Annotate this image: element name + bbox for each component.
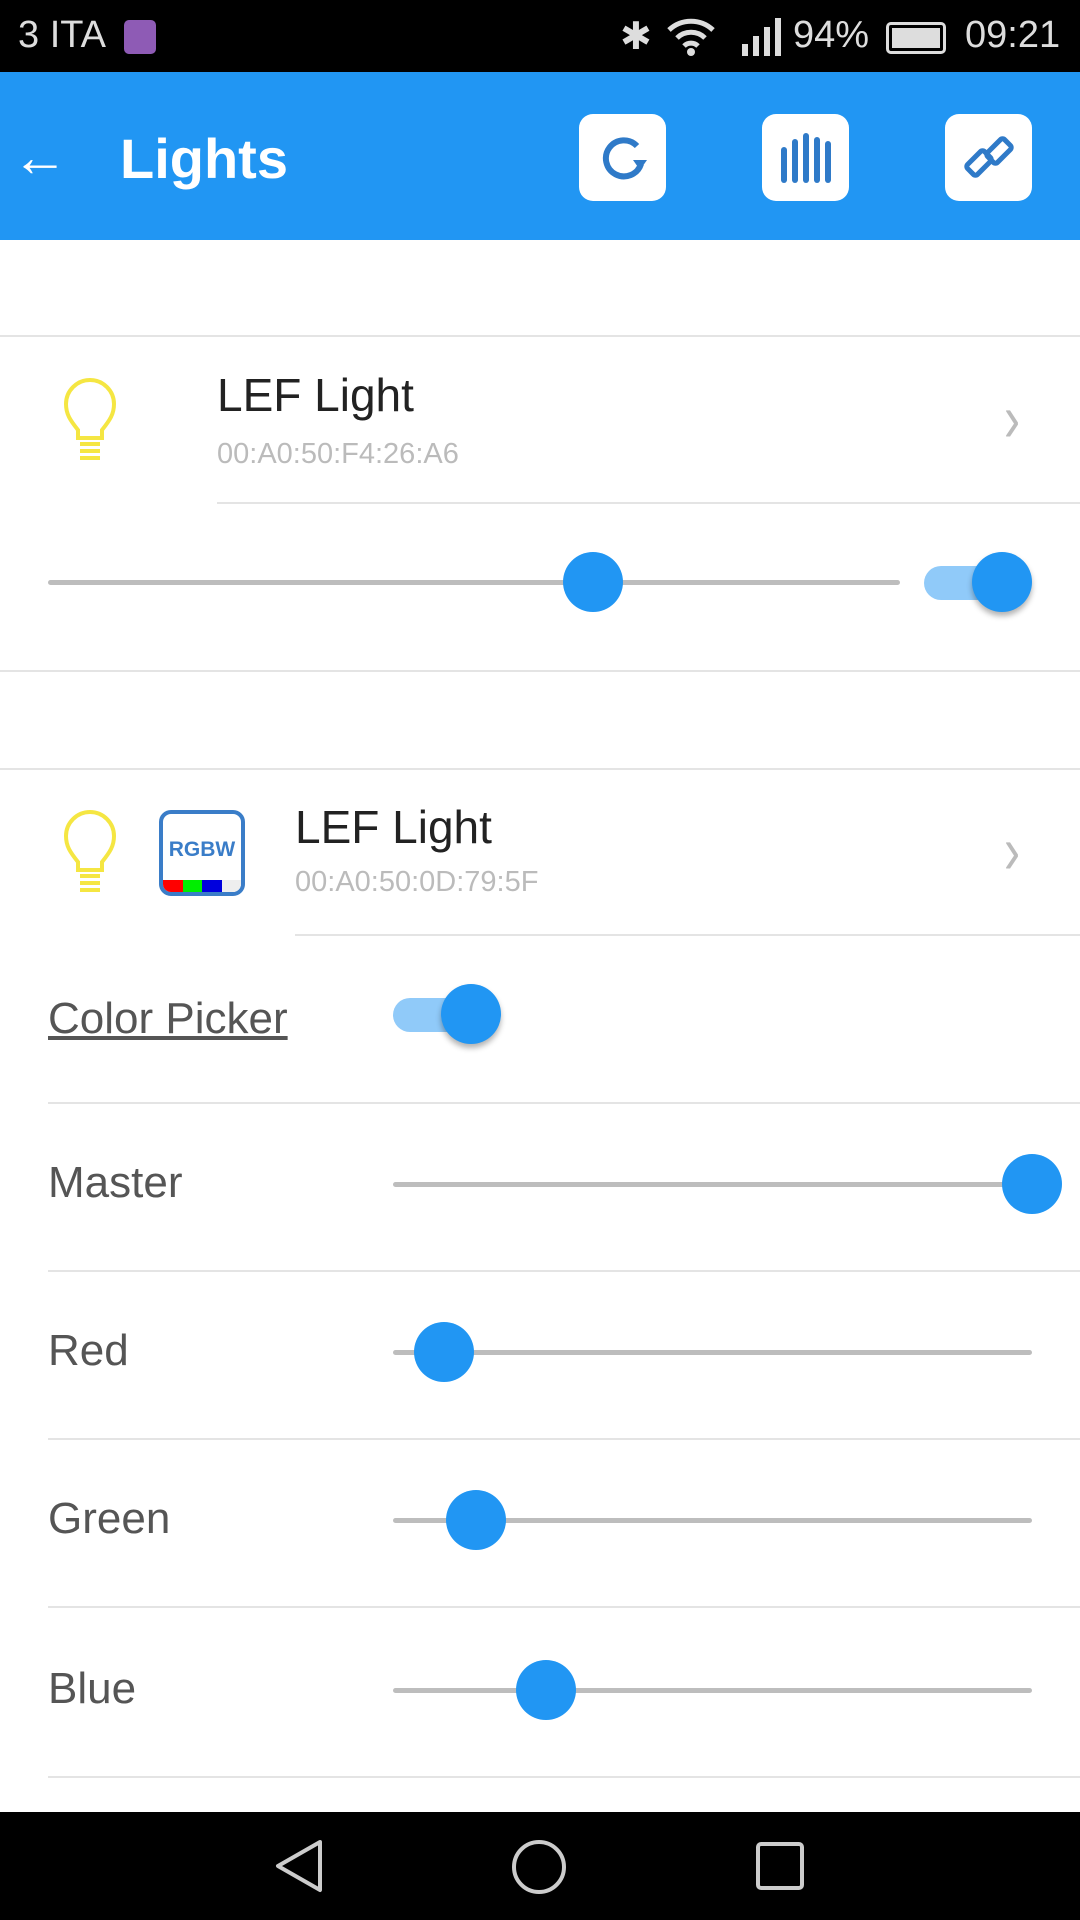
divider: [295, 934, 1080, 936]
red-slider-thumb[interactable]: [414, 1322, 475, 1382]
app-bar: ← Lights: [0, 72, 1080, 240]
color-picker-link[interactable]: Color Picker: [48, 994, 288, 1044]
divider: [217, 502, 1080, 504]
bluetooth-icon: ✱: [620, 16, 652, 58]
gallery-notification-icon: [124, 20, 156, 54]
chevron-right-icon[interactable]: ›: [1004, 813, 1020, 890]
divider: [0, 670, 1080, 672]
divider: [48, 1438, 1080, 1440]
back-arrow-icon[interactable]: ←: [12, 124, 68, 189]
divider: [48, 1270, 1080, 1272]
status-bar: 3 ITA ✱ 94% 09:21: [0, 0, 1080, 72]
brightness-slider-thumb[interactable]: [563, 552, 624, 612]
signal-icon: [742, 18, 781, 56]
wifi-icon: [667, 18, 715, 56]
divider: [48, 1606, 1080, 1608]
back-nav-icon[interactable]: [272, 1838, 328, 1894]
equalizer-icon: [780, 132, 831, 183]
battery-icon: [886, 22, 946, 54]
battery-percent: 94%: [793, 14, 870, 56]
green-slider-thumb[interactable]: [446, 1490, 507, 1550]
device-name[interactable]: LEF Light: [217, 368, 414, 422]
nav-bar: [0, 1812, 1080, 1920]
recents-nav-icon[interactable]: [754, 1840, 806, 1892]
home-nav-icon[interactable]: [510, 1838, 568, 1896]
divider: [0, 768, 1080, 770]
refresh-button[interactable]: [579, 114, 666, 201]
rgbw-icon: RGBW: [159, 810, 245, 896]
clock: 09:21: [965, 14, 1061, 56]
channel-label: Red: [48, 1326, 129, 1375]
divider: [48, 1776, 1080, 1778]
rgbw-badge: RGBW: [168, 838, 236, 861]
chevron-right-icon[interactable]: ›: [1004, 381, 1020, 458]
device-mac: 00:A0:50:0D:79:5F: [295, 866, 539, 898]
link-icon: [963, 135, 1014, 178]
master-slider-thumb[interactable]: [1002, 1154, 1062, 1214]
equalizer-button[interactable]: [762, 114, 849, 201]
page-title: Lights: [120, 127, 288, 190]
divider: [0, 335, 1080, 337]
red-slider[interactable]: [393, 1350, 1032, 1355]
device-mac: 00:A0:50:F4:26:A6: [217, 438, 459, 470]
channel-label: Blue: [48, 1664, 137, 1713]
blue-slider[interactable]: [393, 1688, 1032, 1693]
bulb-icon: [63, 378, 117, 460]
refresh-icon: [602, 136, 647, 179]
master-slider[interactable]: [393, 1182, 1032, 1187]
carrier: 3 ITA: [18, 14, 106, 56]
brightness-slider[interactable]: [48, 580, 900, 585]
channel-label: Master: [48, 1158, 183, 1207]
color-picker-toggle[interactable]: [393, 984, 501, 1044]
power-toggle[interactable]: [924, 552, 1032, 612]
blue-slider-thumb[interactable]: [516, 1660, 577, 1720]
channel-label: Green: [48, 1494, 171, 1543]
device-name[interactable]: LEF Light: [295, 800, 492, 854]
divider: [48, 1102, 1080, 1104]
bulb-icon: [63, 810, 117, 892]
link-button[interactable]: [945, 114, 1032, 201]
